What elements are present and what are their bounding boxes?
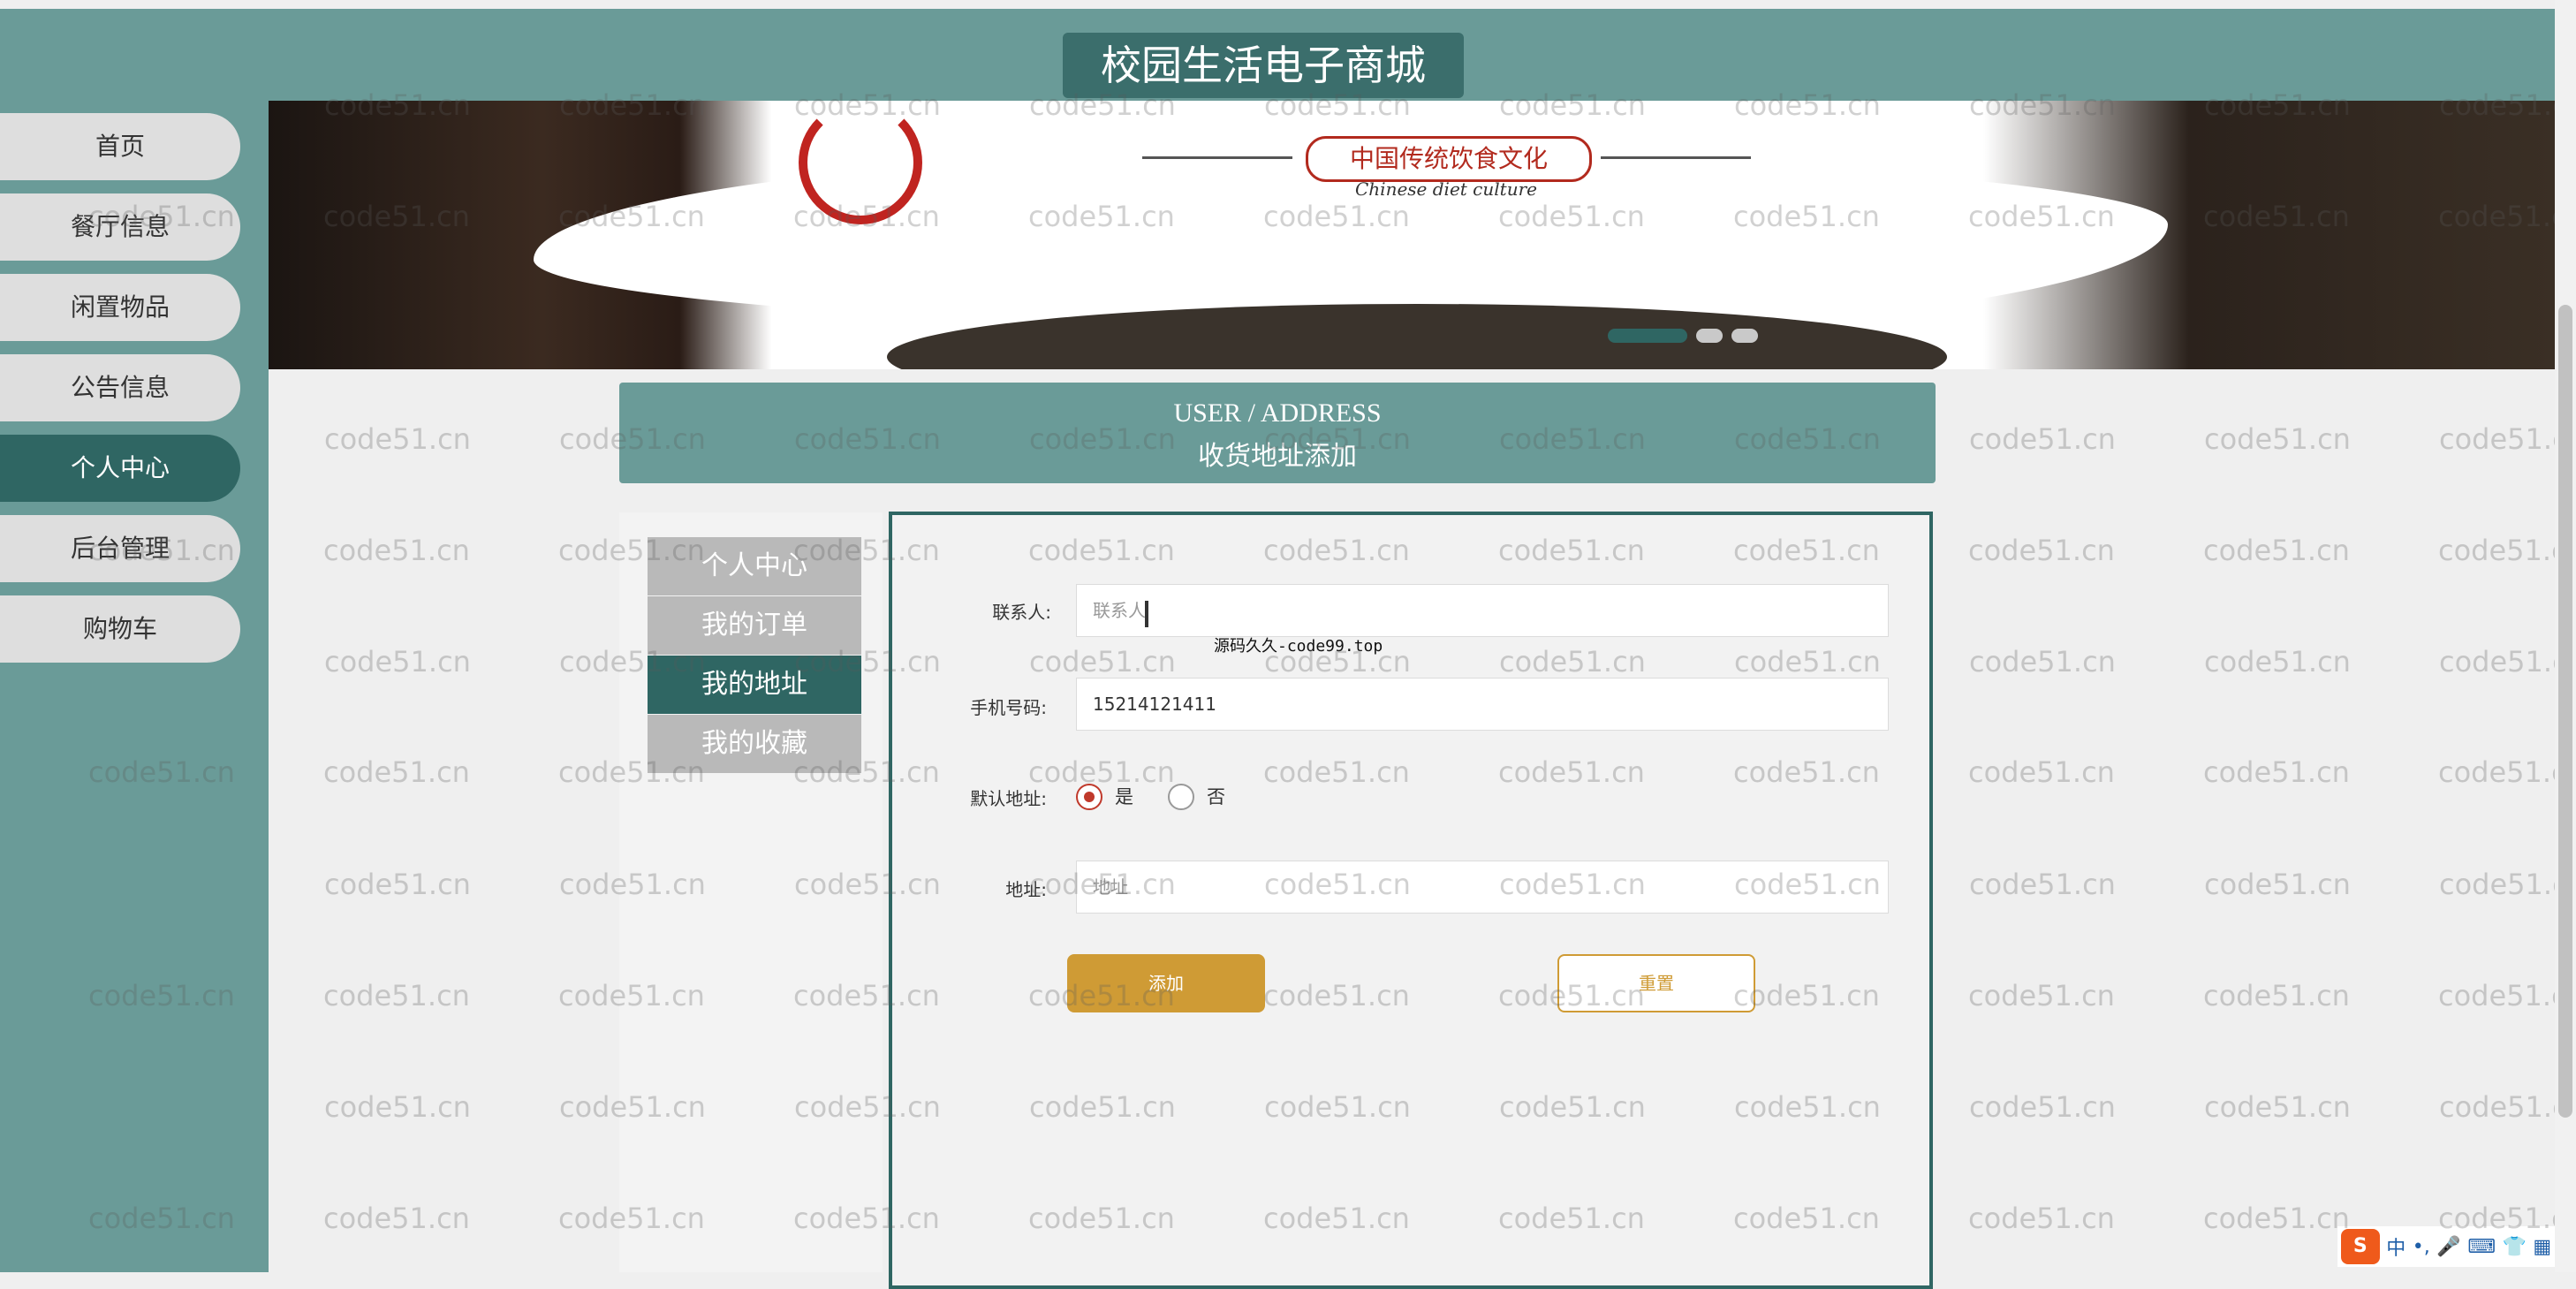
watermark-text: code51.cn — [1969, 422, 2116, 456]
default-yes-radio[interactable] — [1076, 784, 1102, 810]
banner-cloud-ornament — [799, 101, 922, 224]
nav-item-announcements[interactable]: 公告信息 — [0, 354, 240, 421]
add-button[interactable]: 添加 — [1067, 954, 1265, 1012]
watermark-text: code51.cn — [1969, 1090, 2116, 1124]
carousel-indicators — [1608, 329, 1758, 343]
watermark-text: code51.cn — [2438, 755, 2555, 789]
watermark-text: code51.cn — [323, 979, 470, 1012]
watermark-text: code51.cn — [2204, 1090, 2351, 1124]
text-cursor-icon — [1145, 601, 1148, 627]
default-address-label: 默认地址: — [970, 788, 1047, 809]
nav-item-personal-center[interactable]: 个人中心 — [0, 435, 240, 502]
watermark-text: code51.cn — [1968, 979, 2115, 1012]
page-title: 收货地址添加 — [1198, 442, 1357, 471]
watermark-text: code51.cn — [324, 1090, 471, 1124]
keyboard-icon[interactable]: ⌨ — [2467, 1236, 2496, 1258]
carousel-dot[interactable] — [1696, 329, 1723, 343]
watermark-text: code51.cn — [2203, 534, 2350, 567]
watermark-text: code51.cn — [323, 1202, 470, 1235]
punctuation-indicator[interactable]: •, — [2413, 1236, 2430, 1258]
contact-label: 联系人: — [992, 602, 1051, 623]
banner-rule-left — [1142, 156, 1292, 159]
top-header-bar: 校园生活电子商城 — [0, 9, 2555, 101]
watermark-text: code51.cn — [2439, 1090, 2555, 1124]
watermark-text: code51.cn — [2203, 979, 2350, 1012]
watermark-text: code51.cn — [2439, 645, 2555, 679]
carousel-dot-active[interactable] — [1608, 329, 1687, 343]
skin-shirt-icon[interactable]: 👕 — [2503, 1236, 2527, 1258]
tooltip-text: 源码久久-code99.top — [1214, 637, 1383, 656]
watermark-text: code51.cn — [2439, 422, 2555, 456]
nav-item-admin[interactable]: 后台管理 — [0, 515, 240, 582]
watermark-text: code51.cn — [1968, 755, 2115, 789]
watermark-text: code51.cn — [2438, 534, 2555, 567]
nav-item-restaurant-info[interactable]: 餐厅信息 — [0, 193, 240, 261]
banner-rule-right — [1601, 156, 1751, 159]
nav-item-cart[interactable]: 购物车 — [0, 595, 240, 663]
watermark-text: code51.cn — [1969, 868, 2116, 901]
page-header-english: USER / ADDRESS — [1173, 398, 1382, 428]
watermark-text: code51.cn — [2203, 755, 2350, 789]
watermark-text: code51.cn — [2204, 645, 2351, 679]
phone-label: 手机号码: — [970, 697, 1047, 718]
sogou-ime-icon[interactable]: S — [2340, 1229, 2380, 1264]
system-tray: S 中 •, 🎤 ⌨ 👕 ▦ — [2337, 1226, 2555, 1267]
banner-title: 中国传统饮食文化 — [1306, 136, 1592, 182]
reset-button[interactable]: 重置 — [1557, 954, 1755, 1012]
default-yes-label: 是 — [1115, 786, 1133, 808]
watermark-text: code51.cn — [324, 868, 471, 901]
nav-item-idle-items[interactable]: 闲置物品 — [0, 274, 240, 341]
phone-input[interactable] — [1076, 678, 1889, 731]
address-input[interactable] — [1076, 861, 1889, 914]
banner-carousel[interactable]: 中国传统饮食文化 Chinese diet culture — [269, 101, 2555, 369]
watermark-text: code51.cn — [323, 755, 470, 789]
sidebar-item-my-favorites[interactable]: 我的收藏 — [648, 715, 861, 773]
nav-item-home[interactable]: 首页 — [0, 113, 240, 180]
scrollbar-thumb[interactable] — [2558, 305, 2572, 1118]
watermark-text: code51.cn — [324, 422, 471, 456]
carousel-dot[interactable] — [1731, 329, 1758, 343]
watermark-text: code51.cn — [1968, 534, 2115, 567]
site-title: 校园生活电子商城 — [1063, 33, 1464, 98]
watermark-text: code51.cn — [324, 645, 471, 679]
ime-mode-indicator[interactable]: 中 — [2386, 1232, 2406, 1261]
sidebar-item-my-address[interactable]: 我的地址 — [648, 656, 861, 714]
default-no-label: 否 — [1207, 786, 1225, 808]
watermark-text: code51.cn — [2204, 422, 2351, 456]
watermark-text: code51.cn — [1969, 645, 2116, 679]
default-no-radio[interactable] — [1168, 784, 1194, 810]
watermark-text: code51.cn — [1968, 1202, 2115, 1235]
sidebar-item-personal-center[interactable]: 个人中心 — [648, 537, 861, 595]
banner-subtitle: Chinese diet culture — [1355, 178, 1537, 200]
watermark-text: code51.cn — [323, 534, 470, 567]
microphone-icon[interactable]: 🎤 — [2436, 1236, 2460, 1258]
sidebar-item-my-orders[interactable]: 我的订单 — [648, 596, 861, 655]
grid-menu-icon[interactable]: ▦ — [2533, 1236, 2551, 1258]
watermark-text: code51.cn — [2438, 979, 2555, 1012]
page-header: USER / ADDRESS 收货地址添加 — [619, 383, 1936, 483]
address-label: 地址: — [1005, 879, 1047, 900]
watermark-text: code51.cn — [2439, 868, 2555, 901]
watermark-text: code51.cn — [2204, 868, 2351, 901]
watermark-text: code51.cn — [2203, 1202, 2350, 1235]
contact-input[interactable] — [1076, 584, 1889, 637]
